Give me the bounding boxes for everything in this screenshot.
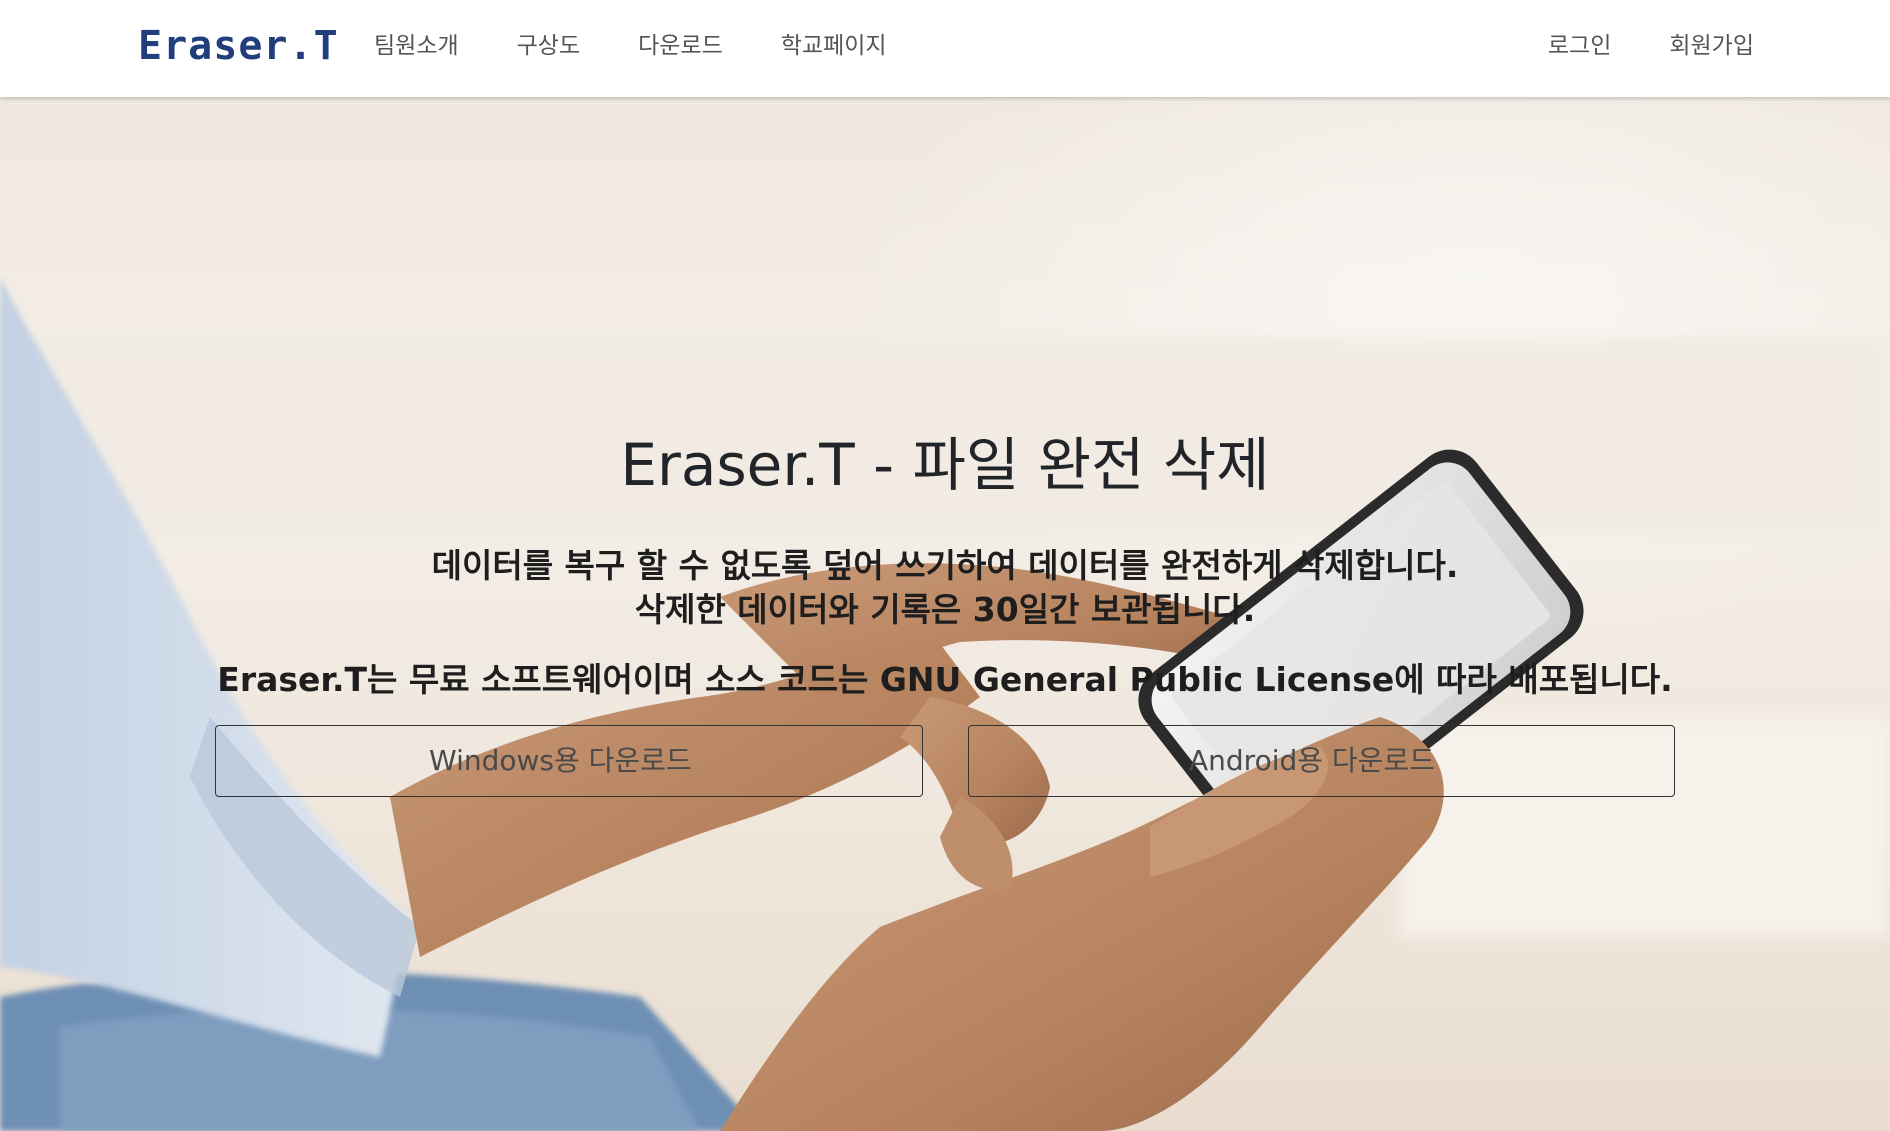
download-android-button[interactable]: Android용 다운로드 [968,725,1675,797]
nav-item-school[interactable]: 학교페이지 [781,28,887,64]
nav-item-concept[interactable]: 구상도 [517,28,580,64]
download-windows-button[interactable]: Windows용 다운로드 [215,725,923,797]
account-nav: 로그인 회원가입 [1490,28,1754,64]
login-link[interactable]: 로그인 [1548,28,1611,64]
hero-description: 데이터를 복구 할 수 없도록 덮어 쓰기하여 데이터를 완전하게 삭제합니다.… [0,544,1890,632]
nav-item-team[interactable]: 팀원소개 [374,28,459,64]
hero-content: Eraser.T - 파일 완전 삭제 데이터를 복구 할 수 없도록 덮어 쓰… [0,97,1890,1131]
hero-description-line1: 데이터를 복구 할 수 없도록 덮어 쓰기하여 데이터를 완전하게 삭제합니다. [431,546,1459,585]
signup-link[interactable]: 회원가입 [1669,28,1754,64]
brand-logo[interactable]: Eraser.T [138,22,339,70]
nav-item-download[interactable]: 다운로드 [638,28,723,64]
hero-description-line2: 삭제한 데이터와 기록은 30일간 보관됩니다. [634,590,1256,629]
top-navbar: Eraser.T 팀원소개 구상도 다운로드 학교페이지 로그인 회원가입 [0,0,1890,97]
hero-section: Eraser.T - 파일 완전 삭제 데이터를 복구 할 수 없도록 덮어 쓰… [0,97,1890,1131]
hero-title: Eraser.T - 파일 완전 삭제 [0,429,1890,501]
hero-title-brand: Eraser.T [620,431,855,499]
hero-title-rest: - 파일 완전 삭제 [854,431,1270,499]
license-notice: Eraser.T는 무료 소프트웨어이며 소스 코드는 GNU General … [217,660,1673,699]
main-nav: 팀원소개 구상도 다운로드 학교페이지 [374,28,945,64]
